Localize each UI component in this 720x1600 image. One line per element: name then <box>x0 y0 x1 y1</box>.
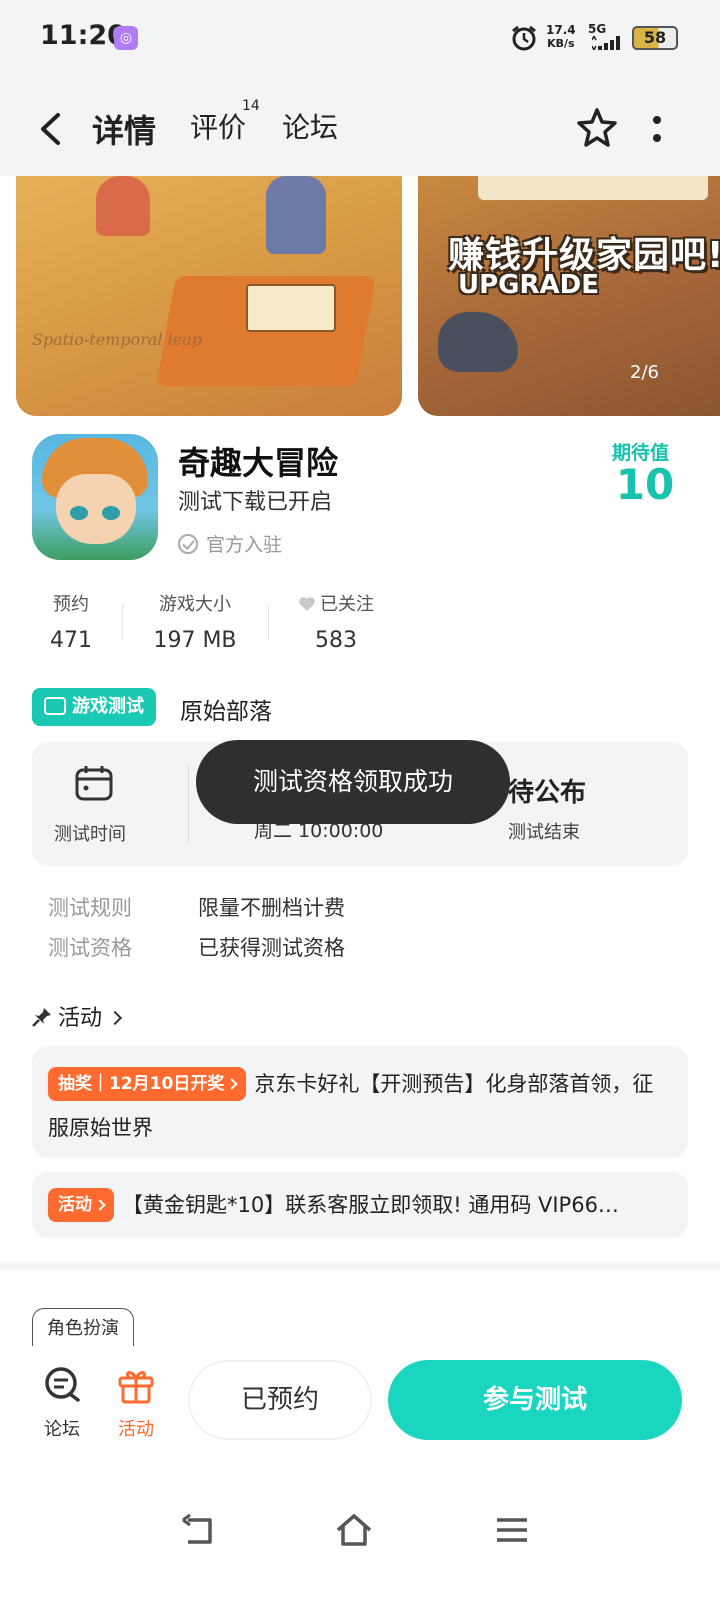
carousel-slide-1[interactable]: Spatio-temporal leap <box>16 176 402 416</box>
network-speed: 17.4 KB/s <box>546 23 576 51</box>
pin-icon <box>32 1008 51 1027</box>
app-name: 奇趣大冒险 <box>178 444 339 482</box>
bottom-action-bar: 论坛 活动 已预约 参与测试 <box>0 1346 720 1456</box>
app-notification-icon: ◎ <box>114 26 138 50</box>
stat-divider <box>122 604 123 640</box>
battery-indicator: 58 <box>632 26 678 50</box>
slide-caption: Spatio-temporal leap <box>32 330 203 349</box>
activity-pill: 活动 <box>48 1188 114 1222</box>
test-name: 原始部落 <box>180 699 272 725</box>
status-bar: 11:20 ◎ 17.4 KB/s 5G 58 <box>0 0 720 80</box>
official-badge: 官方入驻 <box>178 530 282 557</box>
gift-icon <box>118 1371 154 1404</box>
more-options-icon[interactable] <box>652 114 662 144</box>
system-menu-icon[interactable] <box>492 1510 532 1550</box>
system-home-icon[interactable] <box>334 1510 374 1550</box>
join-test-button[interactable]: 参与测试 <box>388 1360 682 1440</box>
knight-character <box>266 176 326 254</box>
stat-divider <box>268 604 269 640</box>
qualification-row: 测试资格 已获得测试资格 <box>48 936 345 960</box>
star-favorite-icon[interactable] <box>575 106 619 150</box>
stat-reservations: 预约 471 <box>50 594 92 653</box>
chat-bubble-icon <box>45 1367 80 1402</box>
system-navigation-bar <box>0 1480 720 1600</box>
heart-icon <box>299 597 315 611</box>
alarm-icon <box>512 25 536 51</box>
section-separator <box>0 1262 720 1270</box>
tab-reviews[interactable]: 评价 14 <box>190 98 260 146</box>
stat-game-size: 游戏大小 197 MB <box>153 594 237 653</box>
calendar-icon <box>75 766 113 801</box>
chevron-right-icon <box>107 1010 123 1026</box>
carousel-counter: 2/6 <box>630 362 659 383</box>
activities-heading[interactable]: 活动 <box>32 1000 123 1032</box>
stat-followers[interactable]: 已关注 583 <box>290 590 382 653</box>
test-end-value: 待公布 <box>508 778 587 808</box>
activity-pill: 抽奖｜12月10日开奖 <box>48 1067 247 1101</box>
game-test-badge: 游戏测试 <box>32 688 156 726</box>
system-back-icon[interactable] <box>178 1510 218 1550</box>
wolf-illustration <box>438 312 518 372</box>
activity-item[interactable]: 抽奖｜12月10日开奖 京东卡好礼【开测预告】化身部落首领，征服原始世界 <box>32 1046 688 1158</box>
success-toast: 测试资格领取成功 <box>196 740 510 824</box>
book-illustration <box>246 284 336 332</box>
test-end-label: 测试结束 <box>508 822 580 843</box>
top-nav: 详情 评价 14 论坛 <box>0 80 720 176</box>
expectation-value: 10 <box>615 460 675 509</box>
review-count: 14 <box>242 98 260 114</box>
test-icon <box>44 697 66 715</box>
back-arrow-icon[interactable] <box>36 112 66 146</box>
rule-row: 测试规则 限量不删档计费 <box>48 896 345 920</box>
app-icon <box>32 434 158 560</box>
signal-icon <box>592 36 620 50</box>
reserved-button[interactable]: 已预约 <box>190 1362 370 1438</box>
forum-button[interactable]: 论坛 <box>32 1366 92 1441</box>
card-divider <box>188 766 189 842</box>
check-circle-icon <box>178 534 198 554</box>
tab-forum[interactable]: 论坛 <box>282 106 338 146</box>
warrior-character <box>96 176 150 236</box>
activity-item[interactable]: 活动 【黄金钥匙*10】联系客服立即领取! 通用码 VIP66… <box>32 1172 688 1238</box>
activity-button[interactable]: 活动 <box>106 1366 166 1441</box>
network-type: 5G <box>588 22 607 36</box>
app-status: 测试下载已开启 <box>178 490 333 515</box>
test-time-label: 测试时间 <box>54 824 126 845</box>
tab-details[interactable]: 详情 <box>88 106 161 152</box>
carousel-slide-2[interactable]: 赚钱升级家园吧! UPGRADE 2/6 <box>418 176 720 416</box>
screenshot-carousel[interactable]: Spatio-temporal leap 赚钱升级家园吧! UPGRADE 2/… <box>0 176 720 416</box>
slide-subtitle: UPGRADE <box>458 270 599 300</box>
notice-board <box>478 176 708 200</box>
